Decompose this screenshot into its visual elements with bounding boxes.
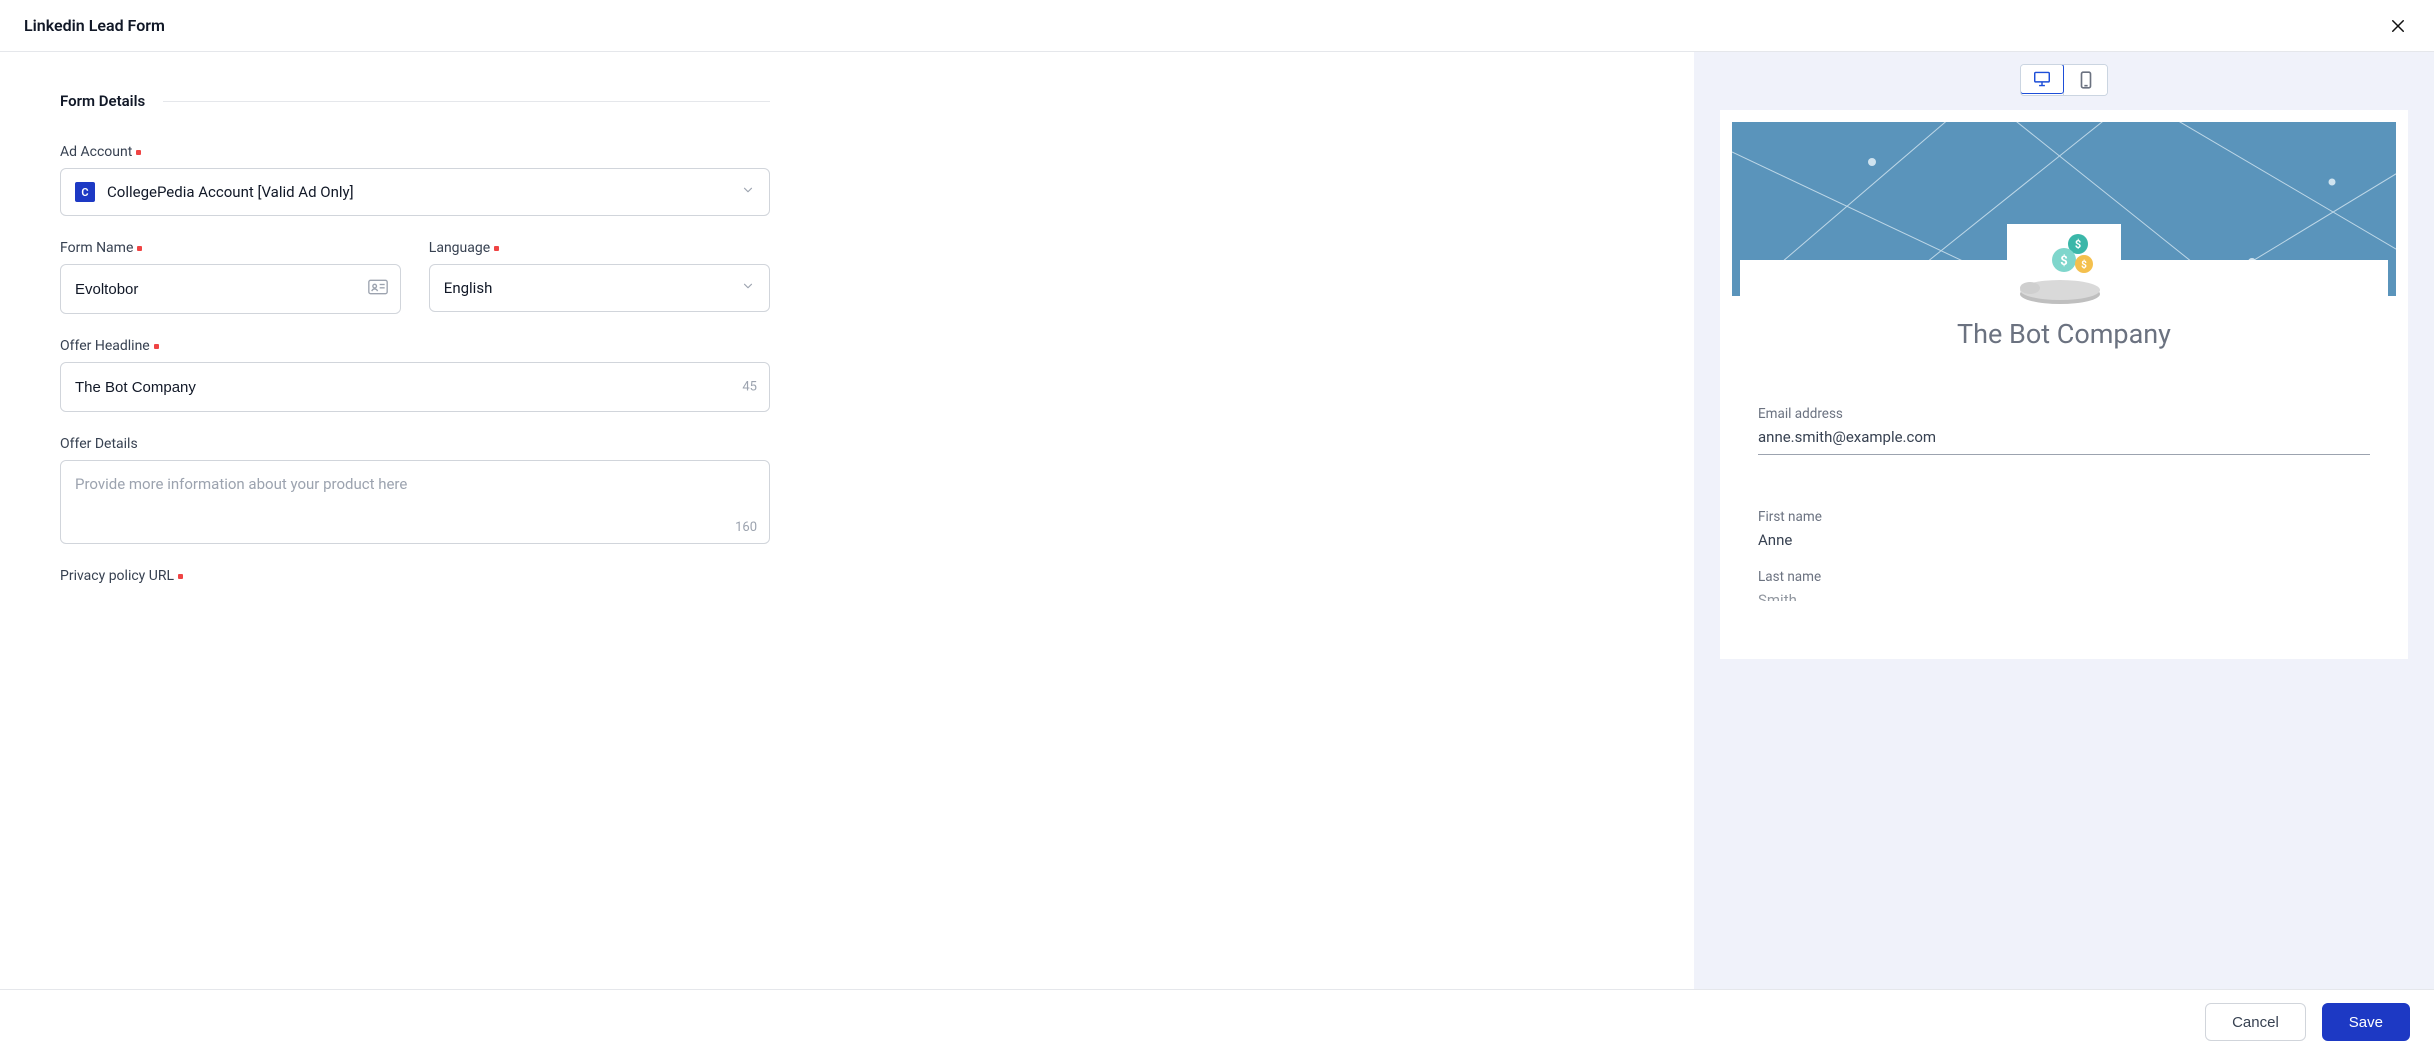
save-button[interactable]: Save	[2322, 1003, 2410, 1041]
chevron-down-icon	[741, 279, 755, 297]
device-toggle	[2020, 64, 2108, 96]
required-indicator	[136, 150, 141, 155]
required-indicator	[137, 246, 142, 251]
preview-firstname-value: Anne	[1758, 531, 2370, 551]
preview-hero-card: $ $ $ The Bot Company	[1740, 260, 2388, 378]
field-ad-account: Ad Account C CollegePedia Account [Valid…	[60, 144, 770, 216]
id-card-icon	[368, 279, 388, 299]
form-name-label: Form Name	[60, 240, 401, 256]
field-offer-details: Offer Details 160	[60, 436, 770, 544]
preview-pane: $ $ $ The Bot Company Email address anne…	[1694, 52, 2434, 989]
svg-text:$: $	[2060, 254, 2067, 269]
mobile-preview-button[interactable]	[2063, 65, 2107, 95]
form-editor-pane: Form Details Ad Account C CollegePedia A…	[0, 52, 1694, 989]
desktop-preview-button[interactable]	[2020, 64, 2064, 94]
preview-name-card: First name Anne Last name Smith	[1740, 493, 2388, 611]
preview-email-label: Email address	[1758, 406, 2370, 422]
account-badge: C	[75, 182, 95, 202]
ad-account-label: Ad Account	[60, 144, 770, 160]
required-indicator	[154, 344, 159, 349]
close-icon	[2389, 17, 2407, 35]
preview-email-value: anne.smith@example.com	[1758, 428, 2370, 455]
ad-account-select[interactable]: C CollegePedia Account [Valid Ad Only]	[60, 168, 770, 216]
field-form-name: Form Name	[60, 240, 401, 314]
modal-title: Linkedin Lead Form	[24, 16, 165, 35]
field-offer-headline: Offer Headline 45	[60, 338, 770, 412]
preview-lastname-label: Last name	[1758, 569, 2370, 585]
section-title: Form Details	[60, 92, 145, 110]
language-label: Language	[429, 240, 770, 256]
cancel-button[interactable]: Cancel	[2205, 1003, 2306, 1041]
svg-text:$: $	[2075, 238, 2081, 251]
close-button[interactable]	[2386, 14, 2410, 38]
svg-text:$: $	[2081, 258, 2087, 271]
modal-header: Linkedin Lead Form	[0, 0, 2434, 52]
language-value: English	[444, 279, 493, 297]
mobile-icon	[2080, 71, 2092, 89]
preview-email-card: Email address anne.smith@example.com	[1740, 390, 2388, 481]
required-indicator	[178, 574, 183, 579]
section-heading: Form Details	[60, 92, 770, 110]
preview-company-logo: $ $ $	[2007, 224, 2121, 314]
preview-frame: $ $ $ The Bot Company Email address anne…	[1720, 110, 2408, 659]
language-select[interactable]: English	[429, 264, 770, 312]
privacy-url-label: Privacy policy URL	[60, 568, 770, 584]
preview-lastname-value: Smith	[1758, 591, 2370, 601]
offer-headline-count: 45	[742, 380, 757, 395]
offer-details-count: 160	[735, 520, 757, 535]
preview-headline: The Bot Company	[1740, 318, 2388, 350]
ad-account-value: CollegePedia Account [Valid Ad Only]	[107, 183, 354, 201]
modal-footer: Cancel Save	[0, 989, 2434, 1054]
offer-details-textarea[interactable]	[61, 461, 769, 539]
field-privacy-url: Privacy policy URL	[60, 568, 770, 584]
offer-details-label: Offer Details	[60, 436, 770, 452]
offer-headline-input[interactable]	[61, 363, 769, 411]
desktop-icon	[2033, 71, 2051, 87]
field-language: Language English	[429, 240, 770, 314]
section-rule	[163, 101, 770, 102]
preview-firstname-label: First name	[1758, 509, 2370, 525]
form-name-input[interactable]	[61, 265, 400, 313]
required-indicator	[494, 246, 499, 251]
chevron-down-icon	[741, 183, 755, 201]
offer-headline-label: Offer Headline	[60, 338, 770, 354]
